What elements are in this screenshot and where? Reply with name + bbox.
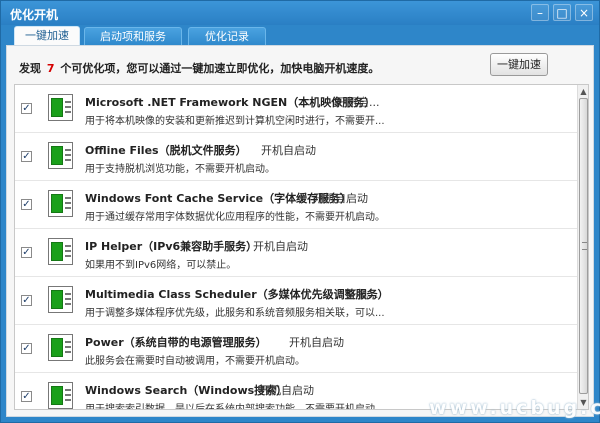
startup-items-list: ✓ Microsoft .NET Framework NGEN（本机映像服务） … (14, 84, 589, 410)
item-title: Multimedia Class Scheduler（多媒体优先级调整服务） (85, 288, 389, 301)
list-item[interactable]: ✓ Multimedia Class Scheduler（多媒体优先级调整服务）… (15, 277, 577, 325)
summary-text: 发现 7 个可优化项，您可以通过一键加速立即优化，加快电脑开机速度。 (19, 60, 379, 76)
optimize-boot-window: 优化开机 – □ × 一键加速 启动项和服务 优化记录 发现 7 个可优化项，您… (0, 0, 600, 423)
list-item[interactable]: ✓ IP Helper（IPv6兼容助手服务） 开机自启动 如果用不到IPv6网… (15, 229, 577, 277)
item-title: IP Helper（IPv6兼容助手服务） (85, 240, 258, 253)
item-status: 开机自启动 (259, 384, 314, 397)
item-description: 用于搜索索引数据，是以后在系统内部搜索功能，不需要开机启动 (85, 404, 375, 410)
item-checkbox[interactable]: ✓ (21, 151, 32, 162)
list-item[interactable]: ✓ Offline Files（脱机文件服务） 开机自启动 用于支持脱机浏览功能… (15, 133, 577, 181)
item-checkbox[interactable]: ✓ (21, 391, 32, 402)
item-description: 此服务会在需要时自动被调用，不需要开机启动。 (85, 356, 305, 367)
item-checkbox[interactable]: ✓ (21, 199, 32, 210)
item-status: 开机自... (336, 96, 380, 109)
item-checkbox[interactable]: ✓ (21, 295, 32, 306)
item-checkbox[interactable]: ✓ (21, 343, 32, 354)
item-title: Microsoft .NET Framework NGEN（本机映像服务） (85, 96, 376, 109)
service-icon (48, 190, 73, 217)
service-icon (48, 382, 73, 409)
tab-one-click-boost[interactable]: 一键加速 (14, 26, 80, 45)
window-title: 优化开机 (10, 8, 59, 22)
item-status: 开机... (346, 288, 379, 301)
minimize-button[interactable]: – (531, 4, 549, 21)
item-title: Offline Files（脱机文件服务） (85, 144, 247, 157)
maximize-button[interactable]: □ (553, 4, 571, 21)
title-bar[interactable]: 优化开机 – □ × (1, 1, 599, 25)
main-panel: 发现 7 个可优化项，您可以通过一键加速立即优化，加快电脑开机速度。 一键加速 … (6, 45, 594, 417)
service-icon (48, 94, 73, 121)
tab-bar: 一键加速 启动项和服务 优化记录 (1, 25, 599, 45)
item-checkbox[interactable]: ✓ (21, 103, 32, 114)
vertical-scrollbar[interactable]: ▲ ▼ (577, 85, 588, 409)
item-status: 开机自启动 (313, 192, 368, 205)
service-icon (48, 286, 73, 313)
item-title: Windows Font Cache Service（字体缓存服务） (85, 192, 352, 205)
summary-suffix: 个可优化项，您可以通过一键加速立即优化，加快电脑开机速度。 (60, 62, 380, 75)
scroll-thumb[interactable] (579, 98, 588, 394)
item-description: 用于将本机映像的安装和更新推迟到计算机空闲时进行，不需要开... (85, 116, 385, 127)
summary-prefix: 发现 (19, 62, 41, 75)
service-icon (48, 142, 73, 169)
item-status: 开机自启动 (289, 336, 344, 349)
item-description: 用于调整多媒体程序优先级，此服务和系统音频服务相关联，可以... (85, 308, 385, 319)
list-item[interactable]: ✓ Power（系统自带的电源管理服务） 开机自启动 此服务会在需要时自动被调用… (15, 325, 577, 373)
tab-optimization-history[interactable]: 优化记录 (188, 27, 266, 45)
service-icon (48, 334, 73, 361)
item-description: 用于通过缓存常用字体数据优化应用程序的性能，不需要开机启动。 (85, 212, 385, 223)
list-item[interactable]: ✓ Microsoft .NET Framework NGEN（本机映像服务） … (15, 85, 577, 133)
optimizable-count: 7 (46, 62, 55, 75)
one-click-boost-button[interactable]: 一键加速 (490, 53, 548, 76)
site-watermark: www.ucbug.cc (429, 397, 600, 419)
item-title: Windows Search（Windows搜索） (85, 384, 288, 397)
list-item[interactable]: ✓ Windows Font Cache Service（字体缓存服务） 开机自… (15, 181, 577, 229)
item-status: 开机自启动 (261, 144, 316, 157)
scroll-up-arrow-icon[interactable]: ▲ (578, 85, 588, 98)
item-status: 开机自启动 (253, 240, 308, 253)
item-title: Power（系统自带的电源管理服务） (85, 336, 267, 349)
item-description: 用于支持脱机浏览功能，不需要开机启动。 (85, 164, 275, 175)
item-description: 如果用不到IPv6网络，可以禁止。 (85, 260, 237, 271)
close-button[interactable]: × (575, 4, 593, 21)
grip-icon (582, 242, 587, 250)
item-checkbox[interactable]: ✓ (21, 247, 32, 258)
tab-startup-and-services[interactable]: 启动项和服务 (84, 27, 182, 45)
service-icon (48, 238, 73, 265)
